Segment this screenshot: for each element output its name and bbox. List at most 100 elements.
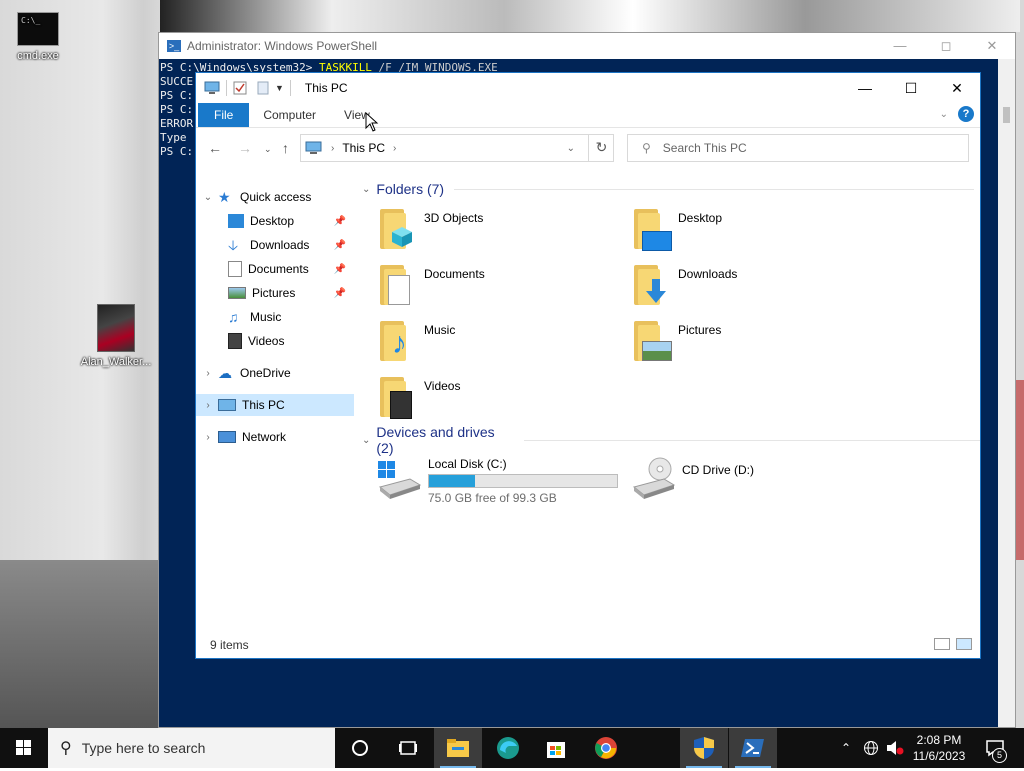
pin-icon[interactable]: 📌 <box>334 288 346 299</box>
sidebar-item-documents[interactable]: Documents 📌 <box>196 258 354 280</box>
content-pane[interactable]: ⌄ Folders (7) 3D Objects Desktop Documen… <box>356 179 980 619</box>
folder-item[interactable]: Pictures <box>630 319 880 369</box>
computer-icon <box>305 141 322 154</box>
taskbar-security-shield[interactable] <box>680 728 728 768</box>
chrome-icon <box>595 737 617 759</box>
taskbar-store[interactable] <box>532 728 580 768</box>
folder-item[interactable]: Videos <box>376 375 626 425</box>
sidebar-item-pictures[interactable]: Pictures 📌 <box>196 282 354 304</box>
refresh-icon[interactable]: ↻ <box>588 134 614 162</box>
chevron-right-icon[interactable]: › <box>393 143 396 154</box>
sidebar-item-videos[interactable]: Videos <box>196 330 354 352</box>
explorer-title-bar[interactable]: ▼ This PC — ☐ ✕ <box>196 73 980 103</box>
computer-icon <box>218 399 236 411</box>
sidebar-item-desktop[interactable]: Desktop 📌 <box>196 210 354 232</box>
film-icon <box>228 333 242 349</box>
volume-muted-icon[interactable] <box>884 728 906 768</box>
taskbar-chrome[interactable] <box>582 728 630 768</box>
mouse-cursor-icon <box>365 112 379 132</box>
folder-pictures-icon <box>630 319 672 363</box>
taskbar-search-box[interactable]: ⚲ Type here to search <box>48 728 335 768</box>
maximize-icon[interactable]: ☐ <box>888 73 934 103</box>
chevron-down-icon[interactable]: ⌄ <box>198 192 218 203</box>
tab-file[interactable]: File <box>198 103 250 127</box>
close-icon[interactable]: ✕ <box>969 33 1015 59</box>
task-view-button[interactable] <box>384 728 432 768</box>
close-icon[interactable]: ✕ <box>934 73 980 103</box>
cortana-button[interactable] <box>336 728 384 768</box>
breadcrumb[interactable]: This PC <box>342 141 385 155</box>
network-globe-icon[interactable] <box>860 728 882 768</box>
forward-arrow-icon[interactable]: → <box>238 140 252 156</box>
chevron-right-icon[interactable]: › <box>198 400 218 411</box>
view-toggle <box>928 638 972 650</box>
search-input[interactable]: ⚲ Search This PC <box>627 134 969 162</box>
pin-icon[interactable]: 📌 <box>334 216 346 227</box>
show-hidden-icons-chevron-icon[interactable]: ⌃ <box>836 728 856 768</box>
customize-toolbar-icon[interactable]: ▼ <box>275 83 284 93</box>
taskbar-file-explorer[interactable] <box>434 728 482 768</box>
drive-item-d[interactable]: CD Drive (D:) <box>630 457 880 507</box>
sidebar-item-music[interactable]: ♫ Music <box>196 306 354 328</box>
chevron-right-icon: › <box>331 142 335 154</box>
large-icons-view-icon[interactable] <box>956 638 972 650</box>
desktop-icon-alan-walker[interactable]: Alan_Walker... <box>78 304 154 368</box>
folder-3d-objects-icon <box>376 207 416 251</box>
task-view-icon <box>399 741 417 755</box>
sidebar-item-network[interactable]: › Network <box>196 426 354 448</box>
navigation-pane[interactable]: ⌄ ★ Quick access Desktop 📌 🡣 Downloads 📌… <box>196 183 356 623</box>
sidebar-item-quick-access[interactable]: ⌄ ★ Quick access <box>196 186 354 208</box>
details-view-icon[interactable] <box>934 638 950 650</box>
back-arrow-icon[interactable]: ← <box>208 140 222 156</box>
properties-icon[interactable] <box>233 81 247 95</box>
folder-item[interactable]: Desktop <box>630 207 880 257</box>
expand-ribbon-icon[interactable]: ⌄ <box>940 109 948 120</box>
address-bar[interactable]: › This PC › ⌄ <box>300 134 614 162</box>
scrollbar-thumb[interactable] <box>1003 107 1010 123</box>
powershell-icon <box>741 739 764 757</box>
minimize-icon[interactable]: — <box>877 33 923 59</box>
chevron-right-icon[interactable]: › <box>198 368 218 379</box>
chevron-down-icon[interactable]: ⌄ <box>362 435 370 446</box>
pin-icon[interactable]: 📌 <box>334 264 346 275</box>
minimize-icon[interactable]: — <box>842 73 888 103</box>
desktop-icon-cmd[interactable]: C:\_ cmd.exe <box>0 12 76 62</box>
folder-item[interactable]: ♪ Music <box>376 319 626 369</box>
powershell-title-bar[interactable]: >_ Administrator: Windows PowerShell — ◻… <box>159 33 1015 59</box>
maximize-icon[interactable]: ◻ <box>923 33 969 59</box>
sidebar-item-downloads[interactable]: 🡣 Downloads 📌 <box>196 234 354 256</box>
folder-item[interactable]: 3D Objects <box>376 207 626 257</box>
sidebar-item-onedrive[interactable]: › ☁ OneDrive <box>196 362 354 384</box>
taskbar-powershell[interactable] <box>729 728 777 768</box>
music-note-icon: ♫ <box>228 309 239 325</box>
folder-music-icon: ♪ <box>376 319 416 363</box>
cloud-icon: ☁ <box>218 365 232 381</box>
address-dropdown-icon[interactable]: ⌄ <box>567 143 575 154</box>
notification-center-button[interactable]: 5 <box>978 728 1012 768</box>
taskbar-edge[interactable] <box>484 728 532 768</box>
up-arrow-icon[interactable]: ↑ <box>282 140 289 156</box>
cd-drive-icon <box>630 457 676 501</box>
start-button[interactable] <box>0 728 48 768</box>
windows-logo-icon <box>16 740 31 755</box>
chevron-down-icon[interactable]: ⌄ <box>362 184 370 195</box>
chevron-right-icon[interactable]: › <box>198 432 218 443</box>
group-header-folders[interactable]: ⌄ Folders (7) <box>362 179 975 199</box>
desktop-background-top <box>160 0 1020 32</box>
help-icon[interactable]: ? <box>958 106 974 122</box>
sidebar-item-this-pc[interactable]: › This PC <box>196 394 354 416</box>
folder-item[interactable]: Downloads <box>630 263 880 313</box>
pin-icon[interactable]: 📌 <box>334 240 346 251</box>
taskbar: ⚲ Type here to search ⌃ 2:08 PM 11/6/202… <box>0 728 1024 768</box>
tab-computer[interactable]: Computer <box>249 103 330 127</box>
new-folder-icon[interactable] <box>257 81 269 95</box>
taskbar-clock[interactable]: 2:08 PM 11/6/2023 <box>905 732 973 764</box>
notification-count-badge: 5 <box>992 748 1007 763</box>
file-explorer-window[interactable]: ▼ This PC — ☐ ✕ File Computer View ⌄ ? ←… <box>195 72 981 659</box>
powershell-scrollbar[interactable] <box>998 59 1015 727</box>
folder-item[interactable]: Documents <box>376 263 626 313</box>
drive-item-c[interactable]: Local Disk (C:) 75.0 GB free of 99.3 GB <box>376 457 626 507</box>
hard-drive-icon <box>376 457 422 501</box>
recent-locations-icon[interactable]: ⌄ <box>264 144 272 155</box>
group-header-devices[interactable]: ⌄ Devices and drives (2) <box>362 424 980 456</box>
